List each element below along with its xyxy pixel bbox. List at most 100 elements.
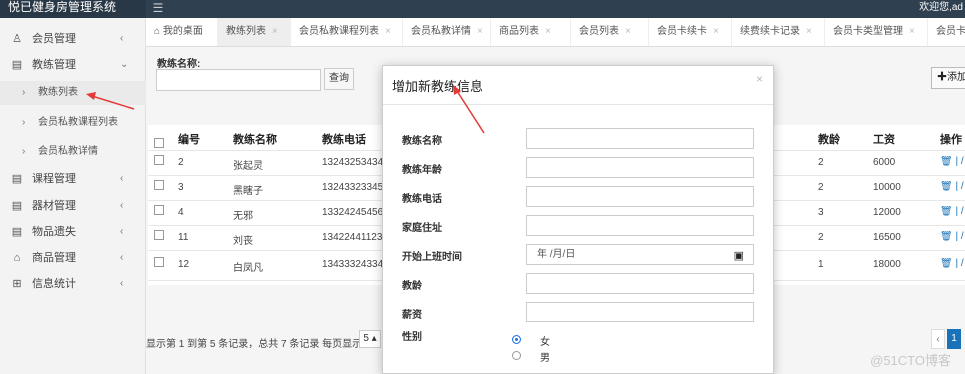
- add-coach-button[interactable]: ✚添加: [931, 67, 965, 89]
- sidebar-item-lost-items[interactable]: ▤ 物品遗失 ‹: [0, 220, 146, 244]
- close-icon[interactable]: ×: [272, 26, 278, 37]
- coach-phone-input[interactable]: [526, 186, 754, 207]
- modal-divider: [383, 104, 773, 105]
- sidebar-item-coaches[interactable]: ▤ 教练管理 ⌄: [0, 53, 146, 77]
- seniority-input[interactable]: [526, 273, 754, 294]
- close-icon[interactable]: ×: [806, 26, 812, 37]
- tab-products[interactable]: 商品列表 ×: [491, 18, 571, 46]
- sidebar-item-label: 信息统计: [32, 278, 76, 290]
- coach-name-input[interactable]: [526, 128, 754, 149]
- file-icon: ▤: [11, 173, 23, 185]
- page-size-select[interactable]: 5 ▴: [359, 330, 381, 348]
- row-checkbox[interactable]: [154, 205, 164, 215]
- gender-female-label: 女: [540, 337, 550, 348]
- prev-page-button[interactable]: ‹: [931, 329, 945, 349]
- column-header: 教练名称: [233, 134, 277, 146]
- cell-salary: 6000: [873, 157, 896, 168]
- tab-member-card[interactable]: 会员卡: [928, 18, 965, 46]
- home-address-input[interactable]: [526, 215, 754, 236]
- row-checkbox[interactable]: [154, 257, 164, 267]
- gender-label: 性别: [402, 332, 422, 343]
- chevron-left-icon: ‹: [120, 200, 124, 211]
- row-actions[interactable]: 🗑 | /: [940, 206, 964, 217]
- top-navbar: 悦已健身房管理系统 ☰ 欢迎您,ad: [0, 0, 965, 18]
- welcome-text: 欢迎您,ad: [919, 2, 963, 13]
- row-actions[interactable]: 🗑 | /: [940, 156, 964, 167]
- sidebar-item-label: 会员管理: [32, 33, 76, 45]
- gender-male-radio[interactable]: [512, 351, 521, 360]
- tab-label: 会员卡类型管理: [833, 26, 903, 37]
- tab-private-courses[interactable]: 会员私教课程列表 ×: [291, 18, 403, 46]
- modal-title: 增加新教练信息: [392, 79, 484, 94]
- page-1-button[interactable]: 1: [947, 329, 961, 349]
- coach-age-input[interactable]: [526, 157, 754, 178]
- close-icon[interactable]: ×: [545, 26, 551, 37]
- menu-toggle-icon[interactable]: ☰: [150, 1, 166, 15]
- sidebar-subitem-coach-list[interactable]: › 教练列表: [0, 81, 146, 105]
- tab-label: 会员私教详情: [411, 26, 471, 37]
- tab-card-renewal[interactable]: 会员卡续卡 ×: [649, 18, 732, 46]
- cell-phone: 13422441123: [322, 232, 382, 243]
- chevron-left-icon: ‹: [120, 252, 124, 263]
- gender-female-radio[interactable]: [512, 335, 521, 344]
- cell-id: 11: [178, 232, 189, 243]
- tab-renewal-records[interactable]: 续费续卡记录 ×: [732, 18, 825, 46]
- column-header: 教龄: [818, 134, 840, 146]
- row-checkbox[interactable]: [154, 230, 164, 240]
- tab-label: 我的桌面: [162, 26, 203, 37]
- cell-salary: 12000: [873, 207, 901, 218]
- tab-card-types[interactable]: 会员卡类型管理 ×: [825, 18, 928, 46]
- sidebar-subitem-label: 会员私教课程列表: [38, 117, 118, 128]
- row-checkbox[interactable]: [154, 155, 164, 165]
- calendar-icon[interactable]: ▣: [734, 247, 744, 266]
- sidebar-item-courses[interactable]: ▤ 课程管理 ‹: [0, 167, 146, 191]
- sidebar-item-label: 商品管理: [32, 252, 76, 264]
- sidebar-item-label: 课程管理: [32, 173, 76, 185]
- gender-male-label: 男: [540, 353, 550, 364]
- row-actions[interactable]: 🗑 | /: [940, 181, 964, 192]
- seniority-label: 教龄: [402, 281, 422, 292]
- tab-label: 商品列表: [499, 26, 539, 37]
- row-checkbox[interactable]: [154, 180, 164, 190]
- bullet-icon: ›: [22, 87, 26, 98]
- tab-private-details[interactable]: 会员私教详情 ×: [403, 18, 491, 46]
- tab-label: 教练列表: [226, 26, 266, 37]
- user-icon: ♙: [12, 33, 22, 45]
- sidebar-subitem-label: 教练列表: [38, 87, 78, 98]
- search-input[interactable]: [156, 69, 321, 91]
- close-icon[interactable]: ×: [909, 26, 915, 37]
- cell-salary: 10000: [873, 182, 901, 193]
- sidebar-item-equipment[interactable]: ▤ 器材管理 ‹: [0, 194, 146, 218]
- watermark: @51CTO博客: [870, 353, 951, 368]
- select-all-checkbox[interactable]: [154, 138, 164, 148]
- sidebar-subitem-private-details[interactable]: › 会员私教详情: [0, 140, 146, 164]
- file-icon: ▤: [11, 200, 23, 212]
- chevron-left-icon: ‹: [120, 173, 124, 184]
- close-icon[interactable]: ×: [625, 26, 631, 37]
- cell-years: 2: [818, 232, 824, 243]
- close-icon[interactable]: ×: [756, 72, 763, 86]
- tab-coach-list[interactable]: 教练列表 ×: [218, 18, 291, 46]
- tab-desktop[interactable]: ⌂ 我的桌面: [146, 18, 218, 46]
- sidebar-item-statistics[interactable]: ⊞ 信息统计 ‹: [0, 272, 146, 296]
- sidebar-item-products[interactable]: ⌂ 商品管理 ‹: [0, 246, 146, 270]
- tab-label: 续费续卡记录: [740, 26, 800, 37]
- row-actions[interactable]: 🗑 | /: [940, 231, 964, 242]
- tab-members[interactable]: 会员列表 ×: [571, 18, 649, 46]
- query-button[interactable]: 查询: [324, 68, 354, 90]
- start-date-label: 开始上班时间: [402, 252, 462, 263]
- tab-label: 会员私教课程列表: [299, 26, 379, 37]
- close-icon[interactable]: ×: [385, 26, 391, 37]
- start-date-input[interactable]: 年 /月/日 ▣: [526, 244, 754, 265]
- salary-input[interactable]: [526, 302, 754, 322]
- sidebar-item-members[interactable]: ♙ 会员管理 ‹: [0, 27, 146, 51]
- close-icon[interactable]: ×: [713, 26, 719, 37]
- sidebar-subitem-label: 会员私教详情: [38, 146, 98, 157]
- close-icon[interactable]: ×: [477, 26, 483, 37]
- row-actions[interactable]: 🗑 | /: [940, 258, 964, 269]
- cell-salary: 18000: [873, 259, 901, 270]
- tab-label: 会员卡续卡: [657, 26, 707, 37]
- sidebar-subitem-private-courses[interactable]: › 会员私教课程列表: [0, 111, 146, 135]
- cell-phone: 13433324334: [322, 259, 382, 270]
- cell-name: 白凤凡: [233, 263, 263, 274]
